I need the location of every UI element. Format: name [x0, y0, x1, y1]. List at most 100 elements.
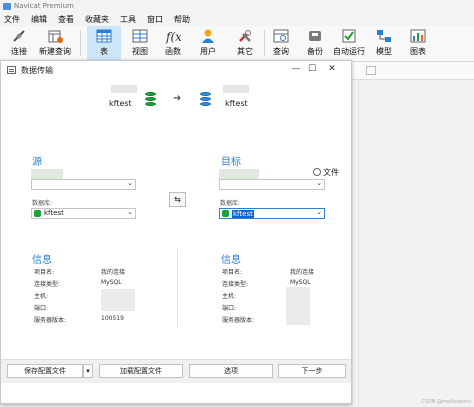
view-button[interactable]: 视图	[127, 26, 153, 62]
menu-file[interactable]: 文件	[0, 13, 27, 26]
table-button[interactable]: 表	[87, 26, 121, 62]
save-profile-dropdown-button[interactable]: ▾	[83, 364, 93, 378]
source-connection-select[interactable]: ⌄	[31, 179, 136, 190]
menu-edit[interactable]: 编辑	[27, 13, 54, 26]
target-info-heading: 信息	[221, 255, 241, 266]
toolbar-divider	[80, 30, 81, 56]
app-titlebar: Navicat Premium	[0, 0, 474, 13]
object-toggle-icon	[366, 66, 376, 75]
source-database-icon	[145, 92, 156, 106]
info-divider	[177, 249, 178, 327]
load-profile-label: 加载配置文件	[120, 367, 162, 375]
backup-icon	[309, 31, 321, 41]
new-query-button[interactable]: 新建查询	[38, 26, 72, 62]
menu-view[interactable]: 查看	[54, 13, 81, 26]
save-profile-button[interactable]: 保存配置文件	[7, 364, 83, 378]
table-icon	[96, 29, 112, 43]
load-profile-button[interactable]: 加载配置文件	[99, 364, 183, 378]
object-pane-header	[352, 62, 474, 80]
close-button[interactable]: ✕	[325, 63, 339, 75]
other-button[interactable]: 其它	[232, 26, 258, 62]
user-icon	[202, 29, 214, 43]
target-database-icon	[200, 92, 211, 106]
next-button[interactable]: 下一步	[278, 364, 346, 378]
menu-favorites[interactable]: 收藏夹	[81, 13, 116, 26]
query-button[interactable]: 查询	[268, 26, 294, 62]
info-value: 我的连接	[101, 269, 126, 276]
info-label: 项目名:	[34, 269, 55, 276]
chevron-down-icon: ⌄	[127, 179, 133, 187]
database-icon	[222, 210, 229, 217]
info-label: 项目名:	[222, 269, 243, 276]
minimize-button[interactable]: —	[289, 63, 303, 75]
target-db-label: 数据库:	[220, 200, 241, 207]
chevron-down-icon: ⌄	[127, 208, 133, 216]
function-button[interactable]: f(x) 函数	[160, 26, 186, 62]
target-heading: 目标	[221, 157, 241, 168]
database-icon	[34, 210, 41, 217]
source-heading: 源	[32, 157, 42, 168]
table-label: 表	[100, 47, 108, 56]
svg-text:f(x): f(x)	[165, 30, 181, 44]
data-transfer-dialog: 数据传输 — ☐ ✕ kftest ➜ kftest 源 ⌄ 数据库: kfte…	[0, 60, 352, 404]
tools-icon	[239, 30, 251, 42]
info-value: 我的连接	[290, 269, 315, 276]
model-label: 模型	[376, 47, 392, 56]
swap-button[interactable]: ⇆	[169, 192, 186, 207]
chart-icon	[410, 29, 426, 43]
model-icon	[377, 30, 391, 42]
chart-button[interactable]: 图表	[406, 26, 430, 62]
host-port-redacted	[101, 289, 135, 311]
source-database-value: kftest	[44, 209, 64, 217]
target-connection-select[interactable]: ⌄	[219, 179, 325, 190]
swap-arrows-icon: ⇆	[174, 195, 181, 204]
options-label: 选项	[224, 367, 238, 375]
function-icon: f(x)	[165, 30, 181, 44]
info-value: MySQL	[290, 279, 311, 286]
save-profile-label: 保存配置文件	[24, 367, 66, 375]
next-label: 下一步	[301, 367, 323, 375]
background-object-pane	[352, 62, 474, 407]
user-label: 用户	[200, 47, 216, 56]
options-button[interactable]: 选项	[189, 364, 273, 378]
main-toolbar: 连接 新建查询 表 视图 f(x) 函数 用户 其它 查询 备份 自动运行 模型	[0, 26, 474, 62]
info-label: 端口:	[222, 305, 237, 312]
target-connection-redacted	[223, 85, 249, 93]
backup-label: 备份	[307, 47, 323, 56]
view-label: 视图	[132, 47, 148, 56]
watermark: CSDN @meihuaxinz	[421, 399, 471, 405]
automation-button[interactable]: 自动运行	[333, 26, 365, 62]
chevron-down-icon: ⌄	[316, 208, 322, 216]
target-info-redacted	[286, 287, 310, 325]
user-button[interactable]: 用户	[195, 26, 221, 62]
new-query-label: 新建查询	[39, 47, 71, 56]
target-database-select[interactable]: kftest ⌄	[219, 208, 325, 219]
info-value: MySQL	[101, 279, 122, 286]
chevron-down-icon: ⌄	[316, 179, 322, 187]
data-transfer-icon	[7, 66, 16, 74]
menu-tools[interactable]: 工具	[116, 13, 143, 26]
file-radio[interactable]	[313, 168, 321, 176]
dialog-footer: 保存配置文件 ▾ 加载配置文件 选项 下一步	[1, 359, 351, 383]
other-label: 其它	[237, 47, 253, 56]
maximize-button[interactable]: ☐	[305, 63, 319, 75]
dialog-titlebar: 数据传输 — ☐ ✕	[1, 61, 351, 78]
source-db-label: 数据库:	[32, 200, 53, 207]
caret-down-icon: ▾	[86, 367, 90, 375]
automation-icon	[342, 29, 356, 43]
backup-button[interactable]: 备份	[302, 26, 328, 62]
query-icon	[273, 29, 289, 43]
automation-label: 自动运行	[333, 47, 365, 56]
source-database-select[interactable]: kftest ⌄	[31, 208, 136, 219]
info-label: 端口:	[34, 305, 49, 312]
model-button[interactable]: 模型	[372, 26, 396, 62]
info-label: 服务器版本:	[34, 317, 67, 324]
object-pane-divider	[358, 80, 359, 407]
connect-button[interactable]: 连接	[6, 26, 32, 62]
menu-window[interactable]: 窗口	[143, 13, 170, 26]
menu-bar: 文件 编辑 查看 收藏夹 工具 窗口 帮助	[0, 13, 474, 26]
info-value: 100519	[101, 315, 124, 322]
connect-label: 连接	[11, 47, 27, 56]
function-label: 函数	[165, 47, 181, 56]
menu-help[interactable]: 帮助	[170, 13, 197, 26]
